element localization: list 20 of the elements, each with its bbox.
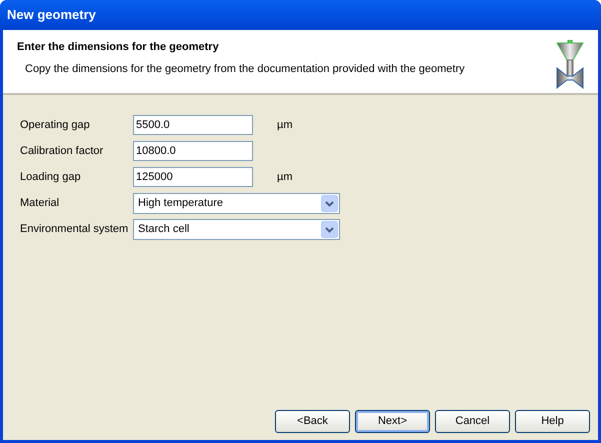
field-label: Loading gap <box>20 170 82 185</box>
field-label: Operating gap <box>20 118 91 133</box>
dialog-button[interactable]: <Back <box>275 410 350 433</box>
input-field[interactable]: 10800.0 <box>133 141 253 161</box>
field-label: Environmental system <box>20 222 130 237</box>
dialog-button[interactable]: Help <box>515 410 590 433</box>
field-label: Calibration factor <box>20 144 104 159</box>
field-label: Material <box>20 196 60 211</box>
dialog-button[interactable]: Cancel <box>435 410 510 433</box>
dialog-button[interactable]: Next> <box>355 410 430 433</box>
funnel-icon <box>556 40 584 90</box>
dropdown[interactable]: High temperature <box>133 192 340 214</box>
input-field[interactable]: 125000 <box>133 167 253 187</box>
input-field[interactable]: 5500.0 <box>133 115 253 135</box>
header-description: Copy the dimensions for the geometry from the documentation provided with the geometry <box>24 62 465 76</box>
dropdown[interactable]: Starch cell <box>133 218 340 240</box>
unit-label: µm <box>277 118 293 133</box>
header-title: Enter the dimensions for the geometry <box>17 40 220 55</box>
window-title: New geometry <box>7 6 96 24</box>
unit-label: µm <box>277 170 293 185</box>
